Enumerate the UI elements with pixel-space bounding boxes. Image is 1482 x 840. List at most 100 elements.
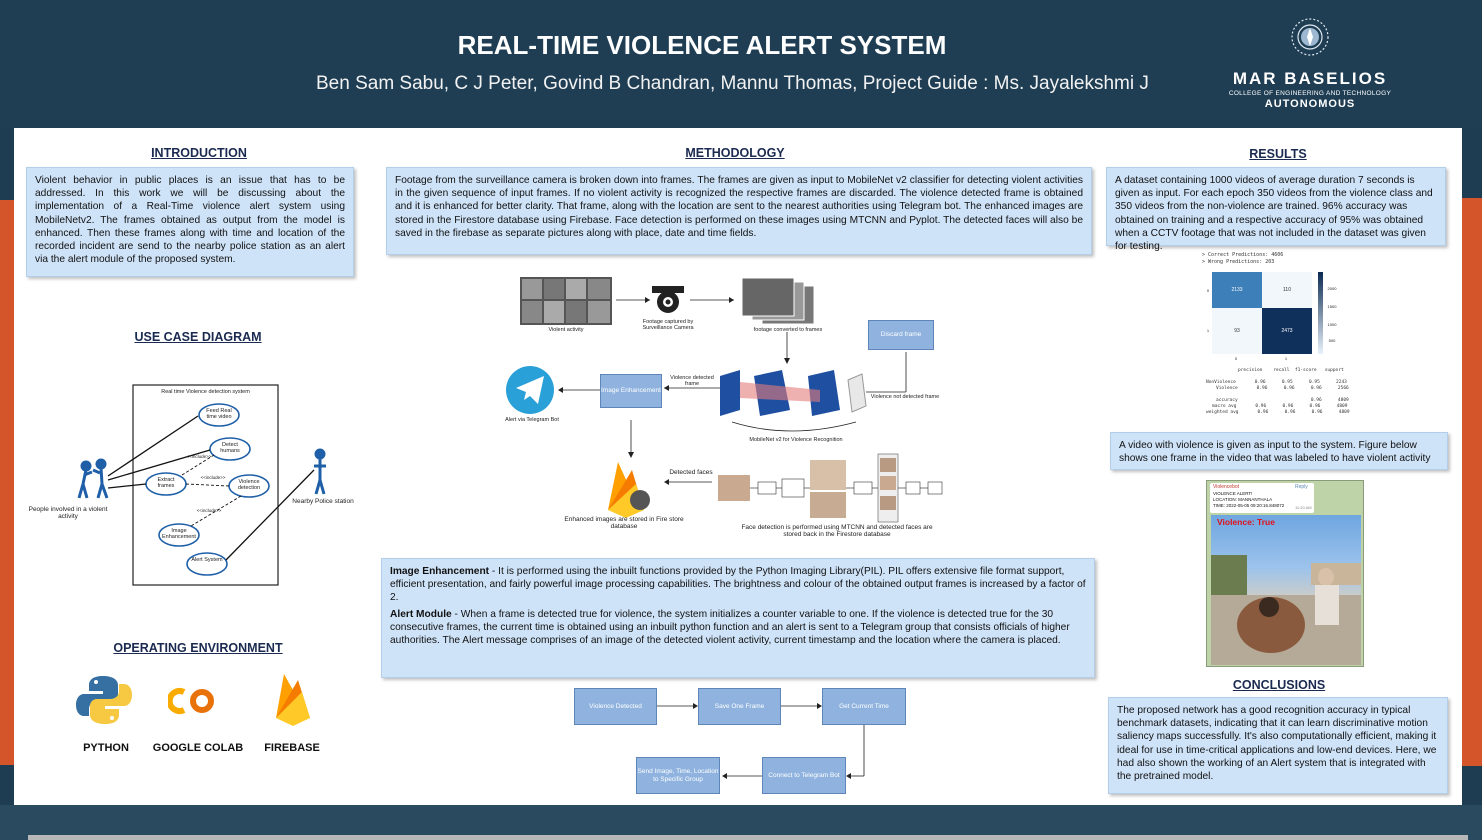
use-case-detect-humans: Detect humans <box>220 442 240 454</box>
enhancement-paragraph: Image Enhancement - It is performed usin… <box>390 565 1086 605</box>
enhancement-body: - It is performed using the inbuilt func… <box>390 566 1086 604</box>
cm-scale-1000: 1000 <box>1327 322 1337 327</box>
telegram-bot-name: Violencebot <box>1213 484 1240 490</box>
report-row-nonviolence: NonViolence 0.96 0.95 0.95 2243 <box>1206 380 1347 385</box>
frames-stack <box>741 277 815 325</box>
flow-get-time: Get Current Time <box>822 688 906 725</box>
telegram-reply[interactable]: Reply <box>1295 484 1308 490</box>
face-detection-pipeline <box>718 453 943 523</box>
methodology-diagram: Discard frame Image Enhancement Violent … <box>500 272 960 548</box>
introduction-heading: INTRODUCTION <box>151 146 247 160</box>
methodology-drawing <box>506 277 943 523</box>
alert-flowchart: Violence Detected Save One Frame Get Cur… <box>570 684 910 798</box>
enhancement-title: Image Enhancement <box>390 566 490 577</box>
college-emblem-icon <box>1291 18 1329 56</box>
flow-connect-telegram: Connect to Telegram Bot <box>762 757 846 794</box>
actor-left-label: People involved in a violent activity <box>28 506 108 520</box>
report-row-weighted: weighted avg 0.96 0.96 0.96 4809 <box>1206 410 1350 415</box>
firebase-db-icon <box>608 462 650 518</box>
report-row-macro: macro avg 0.96 0.96 0.96 4809 <box>1212 404 1348 409</box>
telegram-line-3: TIME: 2022-05-05 09:20:16.848072 <box>1213 503 1285 508</box>
violence-scene-drawing <box>1211 555 1361 665</box>
environment-heading: OPERATING ENVIRONMENT <box>113 641 283 655</box>
violent-activity-thumbnails <box>520 277 612 325</box>
telegram-time: 11:20 AM <box>1295 505 1312 510</box>
flow-violence-detected: Violence Detected <box>574 688 657 725</box>
methodology-text: Footage from the surveillance camera is … <box>386 167 1092 255</box>
telegram-icon <box>506 366 554 414</box>
poster-authors: Ben Sam Sabu, C J Peter, Govind B Chandr… <box>316 73 1149 94</box>
use-case-feed-video: Feed Real time video <box>206 408 232 420</box>
telegram-line-1: VIOLENCE ALERT! <box>1213 491 1253 496</box>
face-detection-caption: Face detection is performed using MTCNN … <box>741 524 933 538</box>
telegram-alert-screenshot: Violencebot Reply VIOLENCE ALERT! LOCATI… <box>1206 480 1364 667</box>
enhancement-alert-text: Image Enhancement - It is performed usin… <box>381 558 1095 678</box>
use-case-image-enhancement: Image Enhancement <box>162 528 196 540</box>
wrong-predictions: > Wrong Predictions: 203 <box>1202 259 1275 265</box>
cm-cell-11: 2473 <box>1262 308 1312 354</box>
report-row-violence: Violence 0.96 0.96 0.96 2566 <box>1216 386 1349 391</box>
introduction-text: Violent behavior in public places is an … <box>26 167 354 277</box>
results-text: A dataset containing 1000 videos of aver… <box>1106 167 1446 252</box>
surveillance-camera-icon <box>652 286 684 313</box>
google-colab-icon <box>168 688 214 714</box>
correct-predictions: > Correct Predictions: 4606 <box>1202 252 1284 258</box>
cm-scale-2000: 2000 <box>1327 286 1337 291</box>
violent-actors-icon <box>77 458 109 499</box>
report-row-accuracy: accuracy 0.96 4809 <box>1216 398 1349 403</box>
use-case-diagram: Real time Violence detection system Feed… <box>26 380 362 590</box>
image-enhancement-box: Image Enhancement <box>600 374 662 408</box>
footer-bar <box>0 805 1482 840</box>
not-detected-caption: Violence not detected frame <box>870 394 940 400</box>
mobilenet-blocks <box>720 370 867 416</box>
violence-frame-image: Violence: True <box>1211 515 1361 665</box>
results-heading: RESULTS <box>1249 147 1307 161</box>
footer-scrollbar[interactable] <box>28 835 1468 840</box>
cm-cell-10: 93 <box>1212 308 1262 354</box>
discard-frame-box: Discard frame <box>868 320 934 350</box>
cm-ytick-1: 1 <box>1206 328 1210 333</box>
frames-caption: footage converted to frames <box>753 327 823 333</box>
police-actor-icon <box>314 448 326 495</box>
cm-ytick-0: 0 <box>1206 288 1210 293</box>
alert-body: - When a frame is detected true for viol… <box>390 608 1070 647</box>
cm-xtick-1: 1 <box>1284 356 1288 361</box>
violence-detected-caption: Violence detected frame <box>670 375 714 387</box>
report-header: precision recall f1-score support <box>1238 368 1344 373</box>
system-boundary-label: Real time Violence detection system <box>161 389 250 395</box>
logo-tag: AUTONOMOUS <box>1264 98 1356 110</box>
alert-paragraph: Alert Module - When a frame is detected … <box>390 608 1086 648</box>
camera-caption: Footage captured by Surveillance Camera <box>642 319 694 331</box>
include-label-2: <<include>> <box>200 475 226 480</box>
telegram-caption: Alert via Telegram Bot <box>505 417 559 423</box>
methodology-heading: METHODOLOGY <box>685 146 785 160</box>
logo-sub: COLLEGE OF ENGINEERING AND TECHNOLOGY <box>1228 90 1392 97</box>
include-label-3: <<include>> <box>196 508 222 513</box>
violent-activity-caption: Violent activity <box>548 327 584 333</box>
alert-title: Alert Module <box>390 608 452 620</box>
conclusions-heading: CONCLUSIONS <box>1232 678 1326 692</box>
telegram-line-2: LOCATION: MANNANTHALA <box>1213 497 1273 502</box>
logo-name: MAR BASELIOS <box>1232 69 1388 88</box>
conclusions-text: The proposed network has a good recognit… <box>1108 697 1448 794</box>
python-icon <box>76 676 132 724</box>
flow-save-frame: Save One Frame <box>698 688 781 725</box>
use-case-violence-detection: Violence detection <box>237 479 261 491</box>
env-colab-label: GOOGLE COLAB <box>152 742 244 754</box>
include-label-1: <<include>> <box>186 454 212 459</box>
actor-right-label: Nearby Police station <box>292 498 354 505</box>
use-case-extract-frames: Extract frames <box>157 477 175 489</box>
cm-xtick-0: 0 <box>1234 356 1238 361</box>
college-logo: MAR BASELIOS COLLEGE OF ENGINEERING AND … <box>1218 14 1402 114</box>
use-case-heading: USE CASE DIAGRAM <box>134 330 262 344</box>
video-result-text: A video with violence is given as input … <box>1110 432 1448 470</box>
cm-cell-01: 110 <box>1262 272 1312 308</box>
cm-colorbar <box>1318 272 1323 354</box>
detected-faces-caption: Detected faces <box>669 469 713 476</box>
env-python-label: PYTHON <box>83 742 129 754</box>
right-accent-stripe <box>1462 198 1482 766</box>
cm-scale-1500: 1500 <box>1327 304 1337 309</box>
firebase-icon <box>276 674 310 726</box>
env-firebase-label: FIREBASE <box>264 742 320 754</box>
flow-send-image: Send Image, Time, Location to Specific G… <box>636 757 720 794</box>
